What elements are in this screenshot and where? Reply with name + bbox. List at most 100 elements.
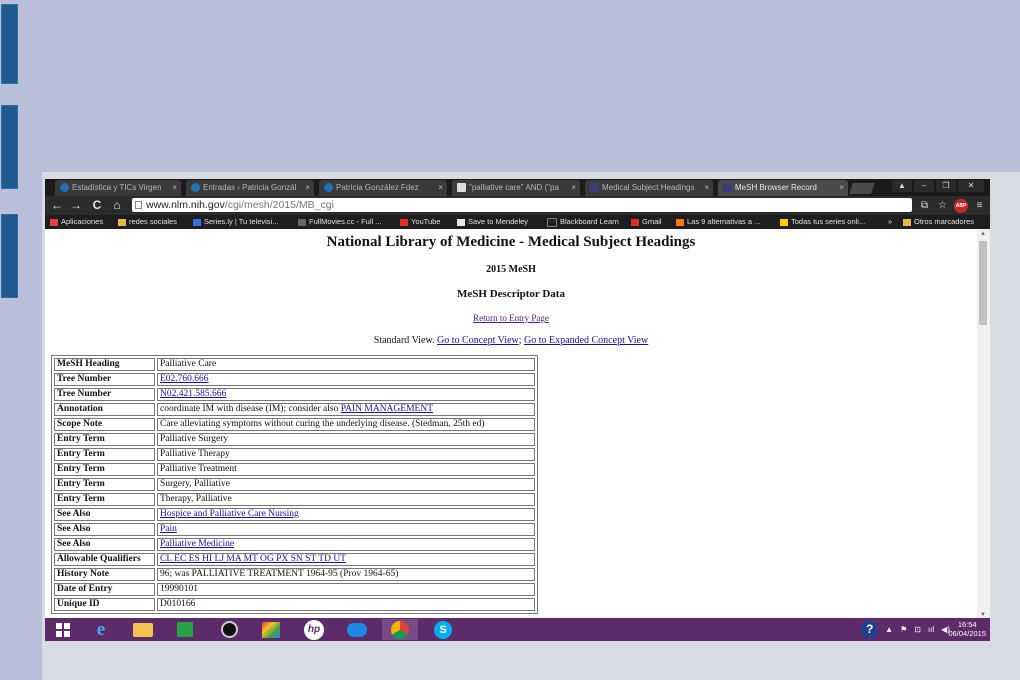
tab-close-icon[interactable]: ×: [172, 180, 177, 196]
bookmark-seriesly[interactable]: Series.ly | Tu televisi...: [193, 215, 278, 229]
reload-button[interactable]: C: [89, 197, 105, 213]
internet-explorer-button[interactable]: e: [83, 619, 119, 640]
show-hidden-icons[interactable]: ▲: [885, 625, 893, 634]
row-label: Entry Term: [54, 433, 155, 446]
adblock-plus-icon[interactable]: ABP: [954, 198, 968, 213]
mail-button[interactable]: [339, 619, 375, 640]
tab-medical-subject-headings[interactable]: Medical Subject Headings ×: [585, 180, 713, 196]
seriesly-icon: [193, 218, 201, 226]
back-button[interactable]: ←: [49, 197, 65, 213]
table-row: MeSH Heading Palliative Care: [54, 358, 535, 371]
page-subtitle: MeSH Descriptor Data: [457, 288, 565, 300]
url-host: www.nlm.nih.gov: [146, 199, 225, 211]
table-row: Entry Term Palliative Therapy: [54, 448, 535, 461]
close-window-button[interactable]: ✕: [958, 180, 984, 192]
bookmark-series-online[interactable]: Todas tus series onli...: [780, 215, 865, 229]
return-to-entry-link[interactable]: Return to Entry Page: [473, 313, 549, 323]
tab-entradas[interactable]: Entradas ‹ Patricia Gonzál ×: [186, 180, 314, 196]
table-row: Scope Note Care alleviating symptoms with…: [54, 418, 535, 431]
tab-close-icon[interactable]: ×: [704, 180, 709, 196]
device-icon[interactable]: ⊡: [914, 625, 921, 634]
network-icon[interactable]: ııl: [928, 625, 934, 634]
menu-icon[interactable]: ≡: [973, 199, 986, 212]
bookmark-fullmovies[interactable]: FullMovies.cc - Full ...: [298, 215, 382, 229]
tab-strip: Estadística y TICs Virgen × Entradas ‹ Pa…: [45, 179, 990, 196]
tab-close-icon[interactable]: ×: [305, 180, 310, 196]
wordpress-icon: [60, 183, 69, 193]
bookmark-label: Todas tus series onli...: [791, 217, 866, 226]
new-tab-button[interactable]: [848, 183, 876, 194]
scroll-up-icon[interactable]: ▲: [980, 231, 986, 237]
wordpress-icon: [191, 183, 200, 193]
nlm-icon: [590, 183, 599, 193]
vertical-scrollbar[interactable]: ▲ ▼: [977, 229, 990, 618]
star-icon[interactable]: ☆: [936, 199, 949, 212]
expanded-concept-view-link[interactable]: Go to Expanded Concept View: [524, 335, 648, 346]
bookmark-redes-sociales[interactable]: redes sociales: [118, 215, 177, 229]
skype-button[interactable]: S: [425, 619, 461, 640]
tab-label: Entradas ‹ Patricia Gonzál: [203, 183, 297, 192]
help-icon[interactable]: ?: [861, 621, 879, 638]
hp-button[interactable]: hp: [296, 619, 332, 640]
bookmark-aplicaciones[interactable]: Aplicaciones: [50, 215, 103, 229]
maximize-button[interactable]: ❐: [936, 180, 956, 192]
scrollbar-thumb[interactable]: [979, 241, 987, 325]
tab-mesh-browser-record[interactable]: MeSH Browser Record ×: [718, 180, 848, 196]
bookmark-gmail[interactable]: Gmail: [631, 215, 662, 229]
chrome-button[interactable]: [382, 619, 418, 640]
media-player-icon: [220, 621, 238, 638]
row-value-link[interactable]: Pain: [160, 524, 177, 534]
row-value-link[interactable]: Palliative Medicine: [160, 539, 234, 549]
home-button[interactable]: ⌂: [109, 197, 125, 213]
bookmark-youtube[interactable]: YouTube: [400, 215, 440, 229]
row-label: Unique ID: [54, 598, 155, 611]
bookmark-otros-marcadores[interactable]: Otros marcadores: [903, 215, 974, 229]
folder-icon: [903, 218, 911, 226]
tab-estadistica[interactable]: Estadística y TICs Virgen ×: [55, 180, 181, 196]
profile-button[interactable]: ▲: [892, 180, 912, 192]
translate-icon[interactable]: ⧉: [918, 199, 931, 212]
tab-label: Patricia González Fdez: [336, 183, 419, 192]
bookmark-mendeley[interactable]: Save to Mendeley: [457, 215, 528, 229]
concept-view-link[interactable]: Go to Concept View: [437, 335, 519, 346]
clock-time: 16:54: [957, 620, 977, 629]
tab-close-icon[interactable]: ×: [438, 180, 443, 196]
tab-patricia[interactable]: Patricia González Fdez ×: [319, 180, 447, 196]
row-label: Tree Number: [54, 373, 155, 386]
row-value-link[interactable]: N02.421.585.666: [160, 389, 226, 399]
descriptor-table-body: MeSH Heading Palliative Care Tree Number E0…: [54, 358, 535, 611]
address-bar[interactable]: www.nlm.nih.gov/cgi/mesh/2015/MB_cgi: [132, 198, 912, 212]
clock[interactable]: 16:54 06/04/2015: [948, 620, 986, 638]
media-player-button[interactable]: [211, 619, 247, 640]
clock-date: 06/04/2015: [948, 629, 986, 638]
descriptor-table: MeSH Heading Palliative Care Tree Number E0…: [51, 355, 538, 614]
bookmarks-overflow-button[interactable]: »: [888, 215, 892, 229]
windows-logo-icon: [56, 622, 70, 637]
tab-pubmed-search[interactable]: "palliative care" AND ("pa ×: [452, 180, 580, 196]
row-value: coordinate IM with disease (IM); conside…: [157, 403, 535, 416]
nlm-icon: [723, 183, 732, 193]
flag-icon[interactable]: ⚑: [900, 625, 907, 634]
row-value-text: coordinate IM with disease (IM); conside…: [160, 404, 341, 414]
row-value-link[interactable]: Hospice and Palliative Care Nursing: [160, 509, 299, 519]
table-row: Entry Term Therapy, Palliative: [54, 493, 535, 506]
file-explorer-button[interactable]: [125, 619, 161, 640]
row-value-link[interactable]: PAIN MANAGEMENT: [341, 404, 433, 414]
row-value-link[interactable]: CL EC ES HI LJ MA MT OG PX SN ST TD UT: [160, 554, 346, 564]
row-value-link[interactable]: E02.760.666: [160, 374, 209, 384]
row-value: Palliative Treatment: [157, 463, 535, 476]
row-label: Scope Note: [54, 418, 155, 431]
row-value: 96; was PALLIATIVE TREATMENT 1964-95 (Pr…: [157, 568, 535, 581]
row-value: Hospice and Palliative Care Nursing: [157, 508, 535, 521]
bookmark-label: YouTube: [411, 217, 441, 226]
start-button[interactable]: [45, 619, 81, 640]
tab-close-icon[interactable]: ×: [571, 180, 576, 196]
bookmark-blackboard[interactable]: Blackboard Learn: [547, 215, 619, 229]
row-value: E02.760.666: [157, 373, 535, 386]
photos-button[interactable]: [253, 619, 289, 640]
minimize-button[interactable]: –: [914, 180, 934, 192]
store-button[interactable]: [167, 619, 203, 640]
bookmark-alternativas[interactable]: Las 9 alternativas a ...: [676, 215, 760, 229]
tab-close-icon[interactable]: ×: [839, 180, 844, 196]
forward-button[interactable]: →: [68, 197, 84, 213]
